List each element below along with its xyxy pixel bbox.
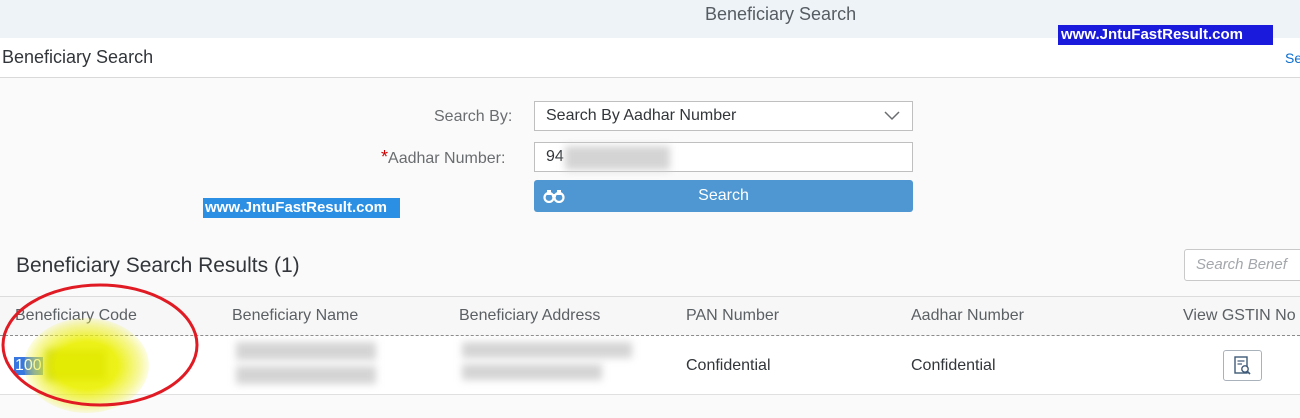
redacted-area <box>462 364 602 380</box>
redacted-area <box>462 342 632 358</box>
search-by-select[interactable]: Search By Aadhar Number <box>534 101 913 131</box>
search-by-value: Search By Aadhar Number <box>546 107 737 124</box>
column-header-pan[interactable]: PAN Number <box>686 307 779 325</box>
circle-annotation <box>1 283 199 407</box>
aadhar-number-cell: Confidential <box>911 357 996 374</box>
column-header-gstin[interactable]: View GSTIN No <box>1183 307 1296 325</box>
redacted-area <box>565 146 670 170</box>
search-button[interactable]: Search <box>534 180 913 212</box>
document-search-icon <box>1234 356 1251 375</box>
search-button-label: Search <box>698 187 749 204</box>
app-title: Beneficiary Search <box>705 4 857 24</box>
aadhar-input-value: 94 <box>546 148 564 165</box>
chevron-down-icon <box>884 111 900 121</box>
aadhar-number-input[interactable]: 94 <box>534 142 913 172</box>
watermark-banner: www.JntuFastResult.com <box>1058 25 1273 45</box>
table-search-input[interactable]: Search Benef <box>1184 249 1300 281</box>
page-title: Beneficiary Search <box>2 47 154 67</box>
column-header-aadhar[interactable]: Aadhar Number <box>911 307 1024 325</box>
required-marker: * <box>381 147 389 167</box>
redacted-area <box>236 342 376 360</box>
redacted-area <box>236 366 376 384</box>
watermark-banner: www.JntuFastResult.com <box>203 198 400 218</box>
column-header-name[interactable]: Beneficiary Name <box>232 307 358 325</box>
search-by-label: Search By: <box>434 108 513 125</box>
column-header-address[interactable]: Beneficiary Address <box>459 307 600 325</box>
aadhar-label-text: Aadhar Number: <box>388 150 506 167</box>
view-gstin-button[interactable] <box>1223 350 1262 381</box>
results-title: Beneficiary Search Results (1) <box>16 254 300 277</box>
pan-number-cell: Confidential <box>686 357 771 374</box>
aadhar-number-label: *Aadhar Number: <box>381 147 505 168</box>
header-link[interactable]: Se <box>1285 50 1300 66</box>
